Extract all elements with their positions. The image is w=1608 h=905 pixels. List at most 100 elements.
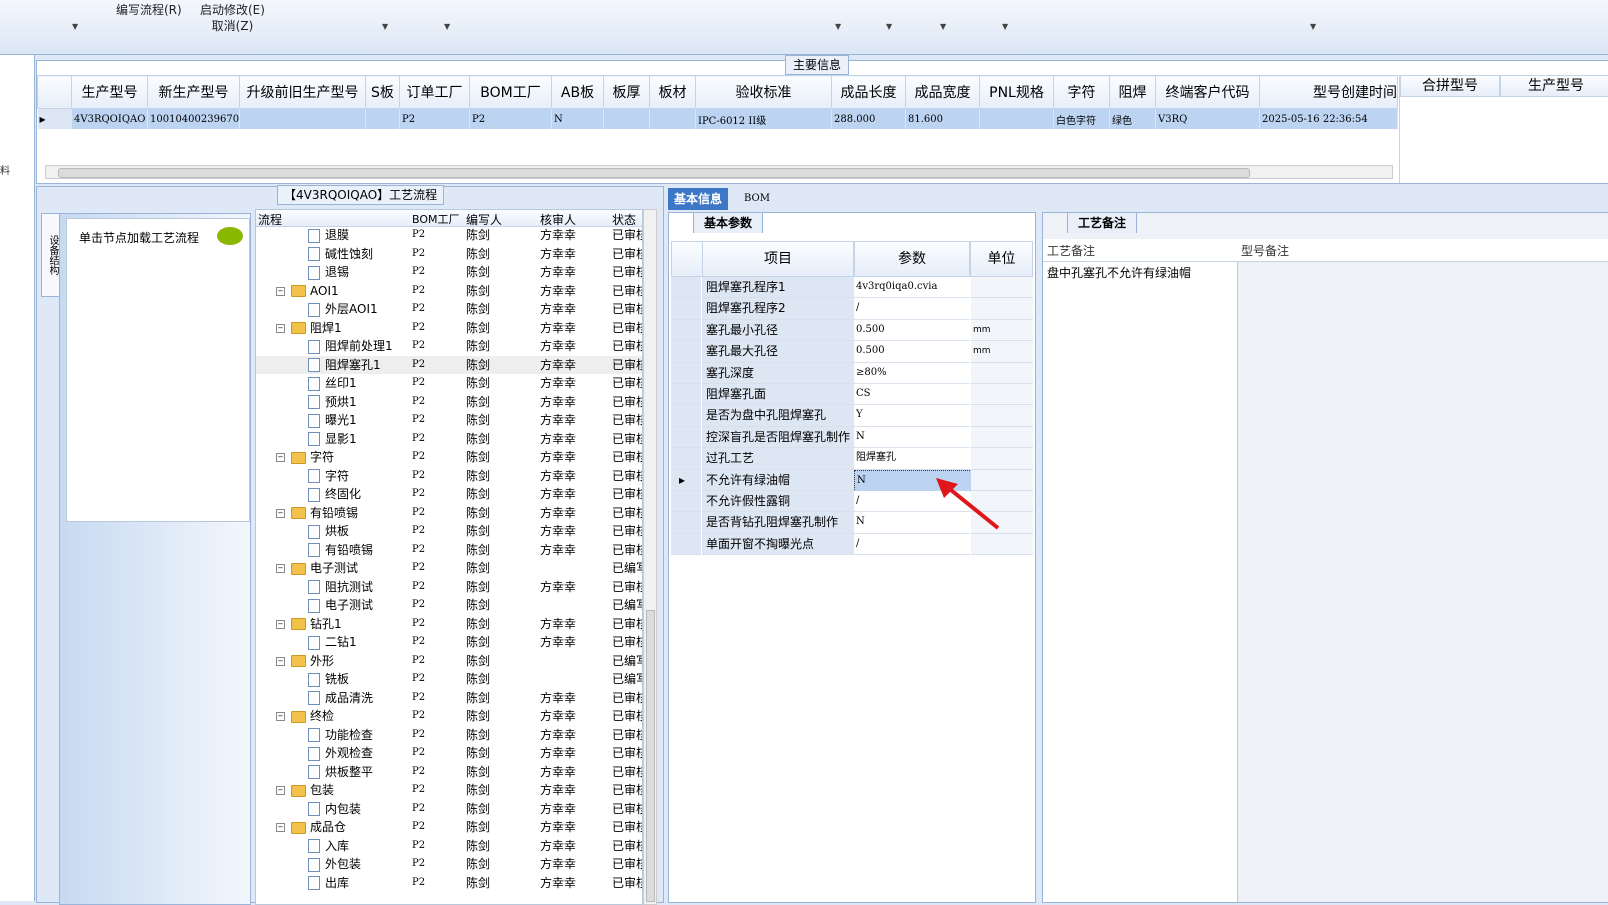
row-header[interactable] [671, 298, 701, 320]
col-header[interactable]: BOM工厂 [412, 211, 460, 227]
param-row[interactable]: 塞孔最小孔径 0.500 mm [671, 319, 1033, 342]
col-header[interactable]: 参数 [854, 241, 970, 277]
dropdown-arrow-icon[interactable]: ▼ [1002, 22, 1008, 31]
tree-row[interactable]: 终固化 P2 陈剑 方幸幸 已审核 [256, 485, 642, 504]
param-row[interactable]: 阻焊塞孔程序1 4v3rq0iqa0.cvia [671, 277, 1033, 299]
cell[interactable] [649, 108, 696, 129]
tree-node-label[interactable]: − 电子测试 [276, 559, 358, 577]
tree-row[interactable]: 烘板 P2 陈剑 方幸幸 已审核 [256, 522, 642, 541]
dropdown-arrow-icon[interactable]: ▼ [835, 22, 841, 31]
tree-row[interactable]: 阻焊前处理1 P2 陈剑 方幸幸 已审核 [256, 337, 642, 356]
param-row[interactable]: 控深盲孔是否阻焊塞孔制作 N [671, 426, 1033, 449]
horizontal-scrollbar[interactable] [45, 165, 1393, 179]
tree-node-label[interactable]: 出库 [308, 874, 349, 892]
tree-node-label[interactable]: 阻抗测试 [308, 578, 373, 596]
collapse-icon[interactable]: − [276, 323, 285, 333]
tree-row[interactable]: 外观检查 P2 陈剑 方幸幸 已审核 [256, 744, 642, 763]
tree-node-label[interactable]: 二钻1 [308, 633, 357, 651]
tree-node-label[interactable]: 有铅喷锡 [308, 541, 373, 559]
tree-node-label[interactable]: 终固化 [308, 485, 361, 503]
tree-row[interactable]: − 字符 P2 陈剑 方幸幸 已审核 [256, 448, 642, 467]
cell[interactable]: IPC-6012 II级 [695, 108, 832, 129]
tree-node-label[interactable]: 碱性蚀刻 [308, 245, 373, 263]
param-value[interactable]: 阻焊塞孔 [854, 448, 970, 470]
collapse-icon[interactable]: − [276, 823, 285, 832]
col-header[interactable]: 单位 [970, 241, 1033, 277]
cell[interactable] [603, 108, 650, 129]
cell[interactable] [239, 108, 366, 129]
tree-row[interactable]: − 包装 P2 陈剑 方幸幸 已审核 [256, 781, 642, 800]
cell[interactable]: 绿色 [1109, 108, 1156, 129]
tree-node-label[interactable]: − 外形 [276, 652, 334, 670]
param-value[interactable]: CS [854, 384, 970, 406]
collapse-icon[interactable]: − [276, 786, 285, 795]
start-modify-button[interactable]: 启动修改(E) 取消(Z) [200, 2, 265, 34]
tree-node-label[interactable]: 外层AOI1 [308, 300, 378, 318]
cell[interactable]: P2 [469, 108, 552, 129]
col-header[interactable]: 生产型号 [1500, 75, 1608, 97]
col-header[interactable]: AB板 [551, 75, 604, 109]
col-header[interactable]: 型号创建时间 [1259, 75, 1398, 109]
grid-corner[interactable] [671, 241, 703, 277]
row-header[interactable] [671, 362, 701, 384]
tree-node-label[interactable]: 显影1 [308, 430, 357, 448]
row-header[interactable] [671, 384, 701, 406]
tree-node-label[interactable]: 入库 [308, 837, 349, 855]
param-row[interactable]: 塞孔最大孔径 0.500 mm [671, 341, 1033, 363]
tree-row[interactable]: 碱性蚀刻 P2 陈剑 方幸幸 已审核 [256, 245, 642, 264]
cancel-label[interactable]: 取消(Z) [212, 19, 254, 33]
col-header[interactable]: 型号备注 [1241, 242, 1289, 259]
tree-node-label[interactable]: 预烘1 [308, 393, 357, 411]
row-header[interactable] [671, 405, 701, 427]
tree-node-label[interactable]: 电子测试 [308, 596, 373, 614]
col-header[interactable]: 成品宽度 [905, 75, 980, 109]
tree-node-label[interactable]: 烘板 [308, 522, 349, 540]
tree-node-label[interactable]: 内包装 [308, 800, 361, 818]
cell[interactable]: 81.600 [905, 108, 980, 129]
tree-node-label[interactable]: 阻焊前处理1 [308, 337, 393, 355]
param-row[interactable]: 过孔工艺 阻焊塞孔 [671, 448, 1033, 470]
cell[interactable]: V3RQ [1155, 108, 1260, 129]
tree-node-label[interactable]: 退膜 [308, 226, 349, 244]
tree-row[interactable]: 退锡 P2 陈剑 方幸幸 已审核 [256, 263, 642, 282]
param-value[interactable]: N [854, 426, 970, 449]
dropdown-arrow-icon[interactable]: ▼ [940, 22, 946, 31]
dropdown-arrow-icon[interactable]: ▼ [1310, 22, 1316, 31]
col-header[interactable]: S板 [365, 75, 400, 109]
tree-row[interactable]: − 电子测试 P2 陈剑 已编写 [256, 559, 642, 578]
cell[interactable]: 4V3RQOIQAO [71, 108, 148, 129]
tree-row[interactable]: 电子测试 P2 陈剑 已编写 [256, 596, 642, 615]
tree-row[interactable]: 二钻1 P2 陈剑 方幸幸 已审核 [256, 633, 642, 652]
scrollbar-thumb[interactable] [646, 610, 655, 902]
tree-row[interactable]: 有铅喷锡 P2 陈剑 方幸幸 已审核 [256, 541, 642, 560]
tree-node-label[interactable]: − 有铅喷锡 [276, 504, 358, 522]
col-header[interactable]: 工艺备注 [1047, 242, 1095, 259]
param-row[interactable]: 塞孔深度 ≥80% [671, 362, 1033, 384]
row-header[interactable] [671, 426, 701, 449]
tree-row[interactable]: 入库 P2 陈剑 方幸幸 已审核 [256, 837, 642, 856]
tree-node-label[interactable]: − AOI1 [276, 282, 339, 300]
param-row[interactable]: 单面开窗不掏曝光点 / [671, 533, 1033, 556]
tree-row[interactable]: − 有铅喷锡 P2 陈剑 方幸幸 已审核 [256, 504, 642, 523]
col-header[interactable]: 新生产型号 [147, 75, 240, 109]
collapse-icon[interactable]: − [276, 712, 285, 721]
param-row[interactable]: 是否为盘中孔阻焊塞孔 Y [671, 405, 1033, 427]
tree-row[interactable]: − 成品仓 P2 陈剑 方幸幸 已审核 [256, 818, 642, 837]
grid-corner[interactable] [37, 75, 72, 109]
tree-node-label[interactable]: 字符 [308, 467, 349, 485]
cell[interactable]: 白色字符 [1053, 108, 1110, 129]
cell[interactable]: P2 [399, 108, 470, 129]
col-header[interactable]: 验收标准 [695, 75, 832, 109]
tree-row[interactable]: 曝光1 P2 陈剑 方幸幸 已审核 [256, 411, 642, 430]
tab-bom[interactable]: BOM [738, 188, 776, 210]
tree-node-label[interactable]: 成品清洗 [308, 689, 373, 707]
param-value[interactable]: Y [854, 405, 970, 427]
param-row[interactable]: 阻焊塞孔面 CS [671, 384, 1033, 406]
tree-node-label[interactable]: 阻焊塞孔1 [308, 356, 381, 374]
param-value[interactable]: / [854, 533, 970, 556]
tree-row[interactable]: − 外形 P2 陈剑 已编写 [256, 652, 642, 671]
dropdown-arrow-icon[interactable]: ▼ [444, 22, 450, 31]
tree-row[interactable]: 成品清洗 P2 陈剑 方幸幸 已审核 [256, 689, 642, 708]
row-header[interactable] [671, 491, 701, 513]
tree-row[interactable]: 内包装 P2 陈剑 方幸幸 已审核 [256, 800, 642, 819]
